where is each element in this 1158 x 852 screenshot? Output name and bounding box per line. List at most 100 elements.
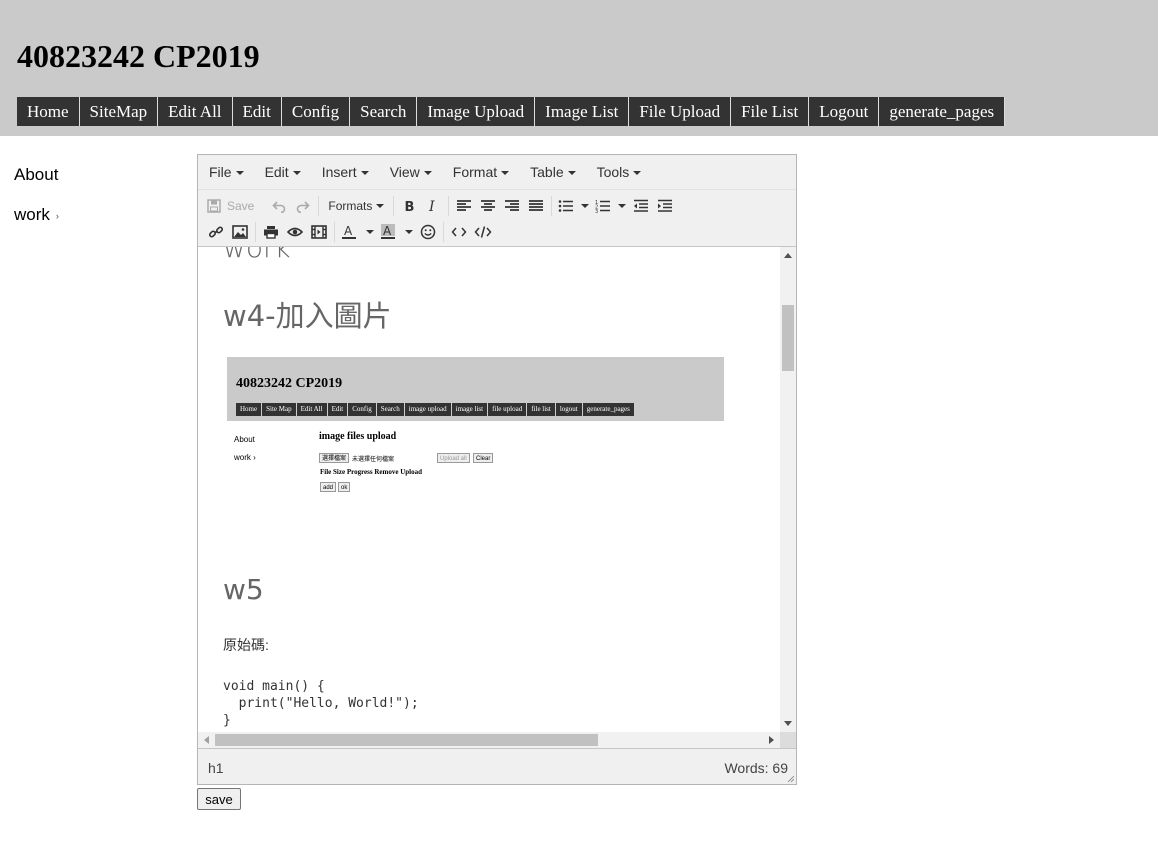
bullet-list-button[interactable] <box>555 194 592 218</box>
nav-generate-pages[interactable]: generate_pages <box>879 97 1006 126</box>
smiley-icon <box>420 224 436 240</box>
caret-down-icon <box>235 171 244 176</box>
source-code-button[interactable] <box>471 220 495 244</box>
nav-home[interactable]: Home <box>17 97 80 126</box>
insert-link-button[interactable] <box>204 220 228 244</box>
nav-search[interactable]: Search <box>350 97 418 126</box>
caret-down-icon <box>292 171 301 176</box>
embedded-title: 40823242 CP2019 <box>236 376 343 391</box>
svg-text:A: A <box>344 224 353 238</box>
menu-label: File <box>209 164 232 180</box>
formats-label: Formats <box>328 199 373 213</box>
formats-dropdown[interactable]: Formats <box>322 194 390 218</box>
embedded-add-button: add <box>320 482 337 492</box>
background-color-button[interactable]: A <box>377 220 416 244</box>
menu-view[interactable]: View <box>390 164 432 180</box>
bold-button[interactable]: B <box>397 194 421 218</box>
scroll-up-icon[interactable] <box>784 253 792 258</box>
align-right-button[interactable] <box>500 194 524 218</box>
sidebar-item-about[interactable]: About <box>14 165 59 185</box>
align-left-button[interactable] <box>452 194 476 218</box>
heading-w4: w4-加入圖片 <box>223 299 392 333</box>
text-color-button[interactable]: A <box>338 220 377 244</box>
nav-file-list[interactable]: File List <box>731 97 810 126</box>
menu-insert[interactable]: Insert <box>322 164 369 180</box>
embedded-columns-header: File Size Progress Remove Upload <box>320 468 423 476</box>
menu-table[interactable]: Table <box>530 164 576 180</box>
floppy-icon <box>207 199 221 213</box>
nav-config[interactable]: Config <box>281 97 351 126</box>
insert-media-button[interactable] <box>307 220 331 244</box>
nav-edit-all[interactable]: Edit All <box>158 97 233 126</box>
caret-down-icon <box>376 204 385 208</box>
menu-file[interactable]: File <box>209 164 244 180</box>
editor-content-area[interactable]: work w4-加入圖片 40823242 CP2019 Home Site M… <box>198 247 780 732</box>
toolbar-separator <box>393 196 395 216</box>
save-tool-button[interactable]: Save <box>204 194 257 218</box>
align-justify-button[interactable] <box>524 194 548 218</box>
align-right-icon <box>505 200 520 211</box>
numbered-list-icon: 123 <box>595 200 611 213</box>
indent-button[interactable] <box>653 194 677 218</box>
caret-down-icon <box>618 204 627 208</box>
element-path[interactable]: h1 <box>208 760 224 776</box>
nav-file-upload[interactable]: File Upload <box>629 97 732 126</box>
print-button[interactable] <box>259 220 283 244</box>
indent-icon <box>658 199 673 212</box>
vertical-scrollbar[interactable] <box>780 247 796 732</box>
redo-icon <box>297 201 310 213</box>
embedded-screenshot-image[interactable]: 40823242 CP2019 Home Site Map Edit All E… <box>227 357 724 507</box>
menu-tools[interactable]: Tools <box>597 164 642 180</box>
caret-down-icon <box>501 171 510 176</box>
nav-image-list[interactable]: Image List <box>535 97 630 126</box>
sidebar: About work › <box>14 165 59 245</box>
embedded-nav-item: image upload <box>404 403 452 416</box>
scroll-right-icon[interactable] <box>769 736 774 744</box>
scroll-left-icon[interactable] <box>204 736 209 744</box>
redo-button[interactable] <box>291 194 315 218</box>
image-icon <box>232 225 248 239</box>
bold-icon: B <box>405 200 415 213</box>
nav-logout[interactable]: Logout <box>809 97 880 126</box>
toolbar-separator <box>443 222 444 242</box>
vertical-scroll-thumb[interactable] <box>782 305 794 371</box>
svg-text:I: I <box>428 199 435 213</box>
embedded-no-file-text: 未選擇任何檔案 <box>352 457 395 463</box>
embedded-choose-file-button: 選擇檔案 <box>319 453 350 463</box>
embedded-nav-item: file upload <box>488 403 528 416</box>
menu-format[interactable]: Format <box>453 164 510 180</box>
horizontal-scrollbar[interactable] <box>198 732 780 748</box>
save-button[interactable]: save <box>197 788 241 810</box>
align-left-icon <box>457 200 472 211</box>
emoticons-button[interactable] <box>416 220 440 244</box>
word-count: Words: 69 <box>724 760 788 776</box>
nav-edit[interactable]: Edit <box>232 97 282 126</box>
menu-label: Insert <box>321 164 357 180</box>
italic-button[interactable]: I <box>421 194 445 218</box>
menu-edit[interactable]: Edit <box>265 164 301 180</box>
numbered-list-button[interactable]: 123 <box>592 194 629 218</box>
nav-sitemap[interactable]: SiteMap <box>79 97 159 126</box>
undo-button[interactable] <box>267 194 291 218</box>
insert-image-button[interactable] <box>228 220 252 244</box>
caret-down-icon <box>360 171 369 176</box>
caret-down-icon <box>581 204 590 208</box>
scroll-down-icon[interactable] <box>784 721 792 726</box>
outdent-button[interactable] <box>629 194 653 218</box>
background-color-icon: A <box>381 224 395 239</box>
align-center-button[interactable] <box>476 194 500 218</box>
sidebar-item-work[interactable]: work › <box>14 205 59 225</box>
resize-handle-icon[interactable] <box>787 775 795 783</box>
menu-label: Tools <box>596 164 630 180</box>
sidebar-item-label: About <box>14 165 59 184</box>
source-code-icon <box>474 226 492 238</box>
embedded-nav-item: Edit All <box>296 403 328 416</box>
embedded-nav-item: image list <box>451 403 489 416</box>
bullet-list-icon <box>559 200 574 212</box>
code-sample-button[interactable] <box>447 220 471 244</box>
italic-icon: I <box>428 199 435 213</box>
menu-label: View <box>389 164 420 180</box>
preview-button[interactable] <box>283 220 307 244</box>
nav-image-upload[interactable]: Image Upload <box>417 97 536 126</box>
horizontal-scroll-thumb[interactable] <box>215 734 598 746</box>
